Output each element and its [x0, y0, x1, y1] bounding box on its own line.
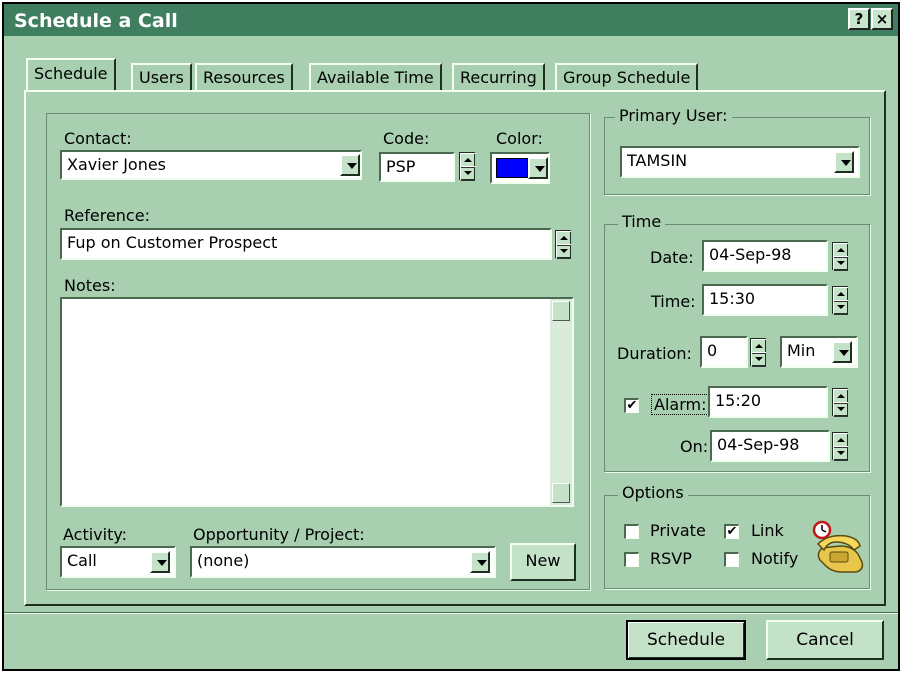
on-date-spinner[interactable]: [832, 432, 848, 461]
alarm-checkbox[interactable]: ✔: [624, 398, 639, 413]
activity-combobox[interactable]: Call: [60, 546, 176, 578]
on-date-field[interactable]: 04-Sep-98: [710, 430, 830, 462]
color-combobox[interactable]: [490, 152, 550, 184]
duration-value: 0: [707, 341, 718, 360]
window-title: Schedule a Call: [14, 10, 178, 32]
rsvp-label: RSVP: [650, 549, 692, 568]
alarm-time-value: 15:20: [715, 391, 762, 410]
reference-value: Fup on Customer Prospect: [67, 233, 278, 252]
time-label: Time:: [651, 292, 696, 311]
date-spinner[interactable]: [832, 242, 848, 271]
contact-dropdown-arrow-icon[interactable]: [340, 154, 360, 176]
activity-value: Call: [67, 551, 97, 570]
close-button[interactable]: ×: [871, 8, 893, 30]
spin-down-icon[interactable]: [833, 300, 848, 315]
schedule-button[interactable]: Schedule: [626, 620, 746, 660]
tab-users[interactable]: Users: [131, 63, 192, 91]
link-checkbox[interactable]: ✔: [724, 524, 739, 539]
opportunity-label: Opportunity / Project:: [193, 525, 365, 544]
duration-unit-combobox[interactable]: Min: [780, 336, 858, 368]
tab-resources[interactable]: Resources: [195, 63, 293, 91]
scroll-down-icon[interactable]: [552, 483, 570, 503]
date-field[interactable]: 04-Sep-98: [702, 240, 828, 272]
alarm-label[interactable]: Alarm:: [651, 394, 710, 415]
alarm-spinner[interactable]: [832, 388, 848, 417]
new-button[interactable]: New: [510, 543, 576, 581]
notify-label: Notify: [751, 549, 799, 568]
spin-down-icon[interactable]: [460, 166, 475, 181]
primary-user-value: TAMSIN: [627, 151, 688, 170]
rsvp-checkbox[interactable]: [624, 552, 639, 567]
date-value: 04-Sep-98: [709, 245, 792, 264]
title-bar[interactable]: Schedule a Call ? ×: [4, 4, 898, 36]
time-value: 15:30: [709, 289, 756, 308]
time-legend: Time: [618, 212, 666, 231]
primary-user-combobox[interactable]: TAMSIN: [620, 146, 860, 178]
primary-user-legend: Primary User:: [615, 106, 732, 125]
primary-user-dropdown-arrow-icon[interactable]: [834, 151, 854, 173]
date-label: Date:: [650, 248, 694, 267]
on-label: On:: [680, 437, 709, 456]
cancel-button[interactable]: Cancel: [766, 620, 884, 660]
opportunity-value: (none): [197, 551, 250, 570]
activity-dropdown-arrow-icon[interactable]: [150, 551, 170, 573]
opportunity-combobox[interactable]: (none): [190, 546, 496, 578]
color-label: Color:: [496, 129, 543, 148]
duration-spinner[interactable]: [750, 338, 766, 367]
contact-value: Xavier Jones: [67, 155, 167, 174]
scroll-up-icon[interactable]: [552, 301, 570, 321]
spin-down-icon[interactable]: [556, 244, 571, 259]
duration-field[interactable]: 0: [700, 336, 748, 368]
color-dropdown-arrow-icon[interactable]: [528, 157, 548, 179]
code-value: PSP: [386, 157, 416, 176]
phone-alarm-icon: [812, 520, 864, 573]
help-button[interactable]: ?: [848, 8, 870, 30]
duration-unit-dropdown-arrow-icon[interactable]: [832, 341, 852, 363]
notify-checkbox[interactable]: [724, 552, 739, 567]
duration-unit-value: Min: [787, 341, 816, 360]
tab-available-time[interactable]: Available Time: [309, 63, 442, 91]
time-spinner[interactable]: [832, 286, 848, 315]
reference-spinner[interactable]: [555, 230, 571, 259]
spin-down-icon[interactable]: [833, 446, 848, 461]
opportunity-dropdown-arrow-icon[interactable]: [470, 551, 490, 573]
private-checkbox[interactable]: [624, 524, 639, 539]
tab-recurring[interactable]: Recurring: [452, 63, 545, 91]
code-label: Code:: [383, 129, 430, 148]
spin-down-icon[interactable]: [833, 402, 848, 417]
notes-textarea[interactable]: [60, 297, 574, 507]
code-spinner[interactable]: [459, 152, 475, 181]
spin-down-icon[interactable]: [751, 352, 766, 367]
footer-divider: [4, 612, 898, 614]
notes-scrollbar[interactable]: [550, 299, 572, 505]
notes-label: Notes:: [64, 276, 116, 295]
on-date-value: 04-Sep-98: [717, 435, 800, 454]
duration-label: Duration:: [617, 344, 692, 363]
private-label: Private: [650, 521, 706, 540]
alarm-time-field[interactable]: 15:20: [708, 386, 828, 418]
spin-down-icon[interactable]: [833, 256, 848, 271]
options-legend: Options: [618, 483, 688, 502]
reference-field[interactable]: Fup on Customer Prospect: [60, 228, 552, 260]
activity-label: Activity:: [63, 525, 128, 544]
time-field[interactable]: 15:30: [702, 284, 828, 316]
color-swatch: [496, 158, 528, 178]
link-label: Link: [751, 521, 784, 540]
code-field[interactable]: PSP: [379, 152, 455, 182]
tab-schedule[interactable]: Schedule: [26, 58, 116, 90]
tab-group-schedule[interactable]: Group Schedule: [555, 63, 699, 91]
reference-label: Reference:: [64, 206, 150, 225]
contact-combobox[interactable]: Xavier Jones: [60, 150, 362, 180]
contact-label: Contact:: [64, 129, 132, 148]
